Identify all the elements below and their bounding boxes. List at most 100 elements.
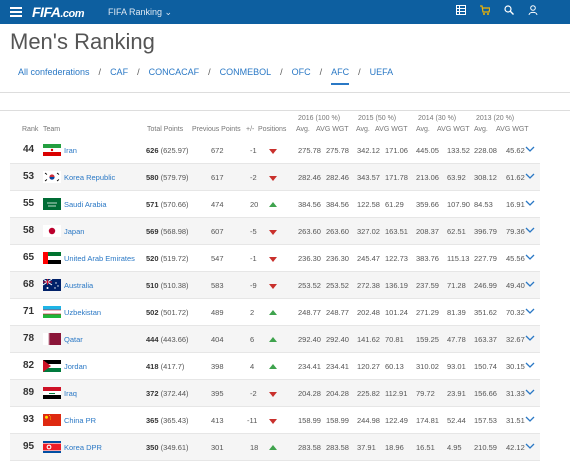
chevron-down-icon[interactable]: [525, 172, 535, 181]
table-row[interactable]: 78 Qatar 444 (443.66) 404 6 292.40 292.40 141.6…: [10, 326, 540, 353]
team-link[interactable]: Qatar: [64, 335, 83, 344]
table-row[interactable]: 93 China PR 365 (365.43) 413 -11 158.99 158.99…: [10, 407, 540, 434]
team-link[interactable]: Iraq: [64, 389, 77, 398]
team-link[interactable]: United Arab Emirates: [64, 254, 135, 263]
total-points: 418 (417.7): [146, 362, 185, 371]
chevron-down-icon[interactable]: [525, 442, 535, 451]
year-group-header: 2015 (50 %): [358, 115, 397, 122]
column-header[interactable]: Previous Points: [192, 126, 241, 133]
team-link[interactable]: Australia: [64, 281, 93, 290]
year-value: 275.78: [326, 146, 349, 155]
previous-points: 617: [211, 173, 224, 182]
arrow-up-icon: [269, 202, 277, 207]
column-header[interactable]: Rank: [22, 126, 38, 133]
team-link[interactable]: Saudi Arabia: [64, 200, 107, 209]
year-value: 120.27: [357, 362, 380, 371]
year-value: 93.01: [447, 362, 466, 371]
flag-icon: [43, 144, 61, 156]
tab-all-confederations[interactable]: All confederations: [18, 67, 90, 77]
table-row[interactable]: 55 Saudi Arabia 571 (570.66) 474 20 384.56 384…: [10, 191, 540, 218]
rank-number: 68: [23, 279, 35, 290]
tab-separator: /: [358, 67, 361, 77]
table-row[interactable]: 95 Korea DPR 350 (349.61) 301 18 283.58 283.58…: [10, 434, 540, 461]
chevron-down-icon[interactable]: [525, 253, 535, 262]
year-value: 32.67: [506, 335, 525, 344]
section-dropdown[interactable]: FIFA Ranking ⌄: [108, 7, 172, 18]
tab-conmebol[interactable]: CONMEBOL: [220, 67, 272, 77]
table-row[interactable]: 89 Iraq 372 (372.44) 395 -2 204.28 204.28 225.8…: [10, 380, 540, 407]
previous-points: 395: [211, 389, 224, 398]
year-value: 49.40: [506, 281, 525, 290]
column-header[interactable]: Total Points: [147, 126, 183, 133]
previous-points: 489: [211, 308, 224, 317]
year-value: 234.41: [326, 362, 349, 371]
chevron-down-icon[interactable]: [525, 334, 535, 343]
user-icon[interactable]: [528, 5, 538, 15]
cart-icon[interactable]: [480, 5, 490, 15]
team-link[interactable]: China PR: [64, 416, 96, 425]
rank-number: 78: [23, 333, 35, 344]
chevron-down-icon[interactable]: [525, 361, 535, 370]
column-header: Avg.: [356, 126, 370, 133]
year-group-header: 2013 (20 %): [476, 115, 515, 122]
flag-icon: [43, 414, 61, 426]
team-link[interactable]: Iran: [64, 146, 77, 155]
flag-icon: [43, 441, 61, 453]
table-row[interactable]: 82 Jordan 418 (417.7) 398 4 234.41 234.41 120.2…: [10, 353, 540, 380]
year-value: 31.33: [506, 389, 525, 398]
year-group-header: 2014 (30 %): [418, 115, 457, 122]
tab-afc[interactable]: AFC: [331, 67, 350, 85]
tab-concacaf[interactable]: CONCACAF: [149, 67, 200, 77]
chevron-down-icon[interactable]: [525, 388, 535, 397]
table-row[interactable]: 58 Japan 569 (568.98) 607 -5 263.60 263.60 327.…: [10, 218, 540, 245]
team-link[interactable]: Uzbekistan: [64, 308, 101, 317]
team-link[interactable]: Jordan: [64, 362, 87, 371]
tab-caf[interactable]: CAF: [110, 67, 128, 77]
year-value: 342.12: [357, 146, 380, 155]
chevron-down-icon[interactable]: [525, 199, 535, 208]
table-row[interactable]: 68 Australia 510 (510.38) 583 -9 253.52 253.52…: [10, 272, 540, 299]
year-value: 16.51: [416, 443, 435, 452]
table-row[interactable]: 44 Iran 626 (625.97) 672 -1 275.78 275.78 342.1…: [10, 137, 540, 164]
year-value: 71.28: [447, 281, 466, 290]
top-navigation-bar: FIFA.com FIFA Ranking ⌄: [0, 0, 570, 24]
search-icon[interactable]: [504, 5, 514, 15]
year-value: 204.28: [298, 389, 321, 398]
column-header[interactable]: Team: [43, 126, 60, 133]
year-value: 292.40: [298, 335, 321, 344]
team-link[interactable]: Korea Republic: [64, 173, 115, 182]
flag-icon: [43, 360, 61, 372]
arrow-down-icon: [269, 149, 277, 154]
year-value: 253.52: [326, 281, 349, 290]
year-value: 396.79: [474, 227, 497, 236]
fifa-logo[interactable]: FIFA.com: [32, 4, 85, 20]
chevron-down-icon[interactable]: [525, 226, 535, 235]
year-value: 213.06: [416, 173, 439, 182]
grid-icon[interactable]: [456, 5, 466, 15]
year-value: 171.78: [385, 173, 408, 182]
team-link[interactable]: Japan: [64, 227, 84, 236]
arrow-down-icon: [269, 230, 277, 235]
year-value: 237.59: [416, 281, 439, 290]
year-value: 79.36: [506, 227, 525, 236]
total-points: 626 (625.97): [146, 146, 189, 155]
tab-ofc[interactable]: OFC: [292, 67, 311, 77]
tab-uefa[interactable]: UEFA: [370, 67, 394, 77]
chevron-down-icon[interactable]: [525, 307, 535, 316]
team-link[interactable]: Korea DPR: [64, 443, 102, 452]
year-value: 445.05: [416, 146, 439, 155]
table-row[interactable]: 71 Uzbekistan 502 (501.72) 489 2 248.77 248.77…: [10, 299, 540, 326]
total-points: 444 (443.66): [146, 335, 189, 344]
chevron-down-icon[interactable]: [525, 145, 535, 154]
menu-icon[interactable]: [10, 7, 22, 17]
chevron-down-icon[interactable]: [525, 415, 535, 424]
chevron-down-icon[interactable]: [525, 280, 535, 289]
year-value: 283.58: [298, 443, 321, 452]
year-value: 84.53: [474, 200, 493, 209]
table-row[interactable]: 53 Korea Republic 580 (579.79) 617 -2 282.46 2…: [10, 164, 540, 191]
year-value: 61.62: [506, 173, 525, 182]
position-change: -1: [250, 254, 257, 263]
table-row[interactable]: 65 United Arab Emirates 520 (519.72) 547 -1 2…: [10, 245, 540, 272]
year-value: 227.79: [474, 254, 497, 263]
arrow-up-icon: [269, 364, 277, 369]
